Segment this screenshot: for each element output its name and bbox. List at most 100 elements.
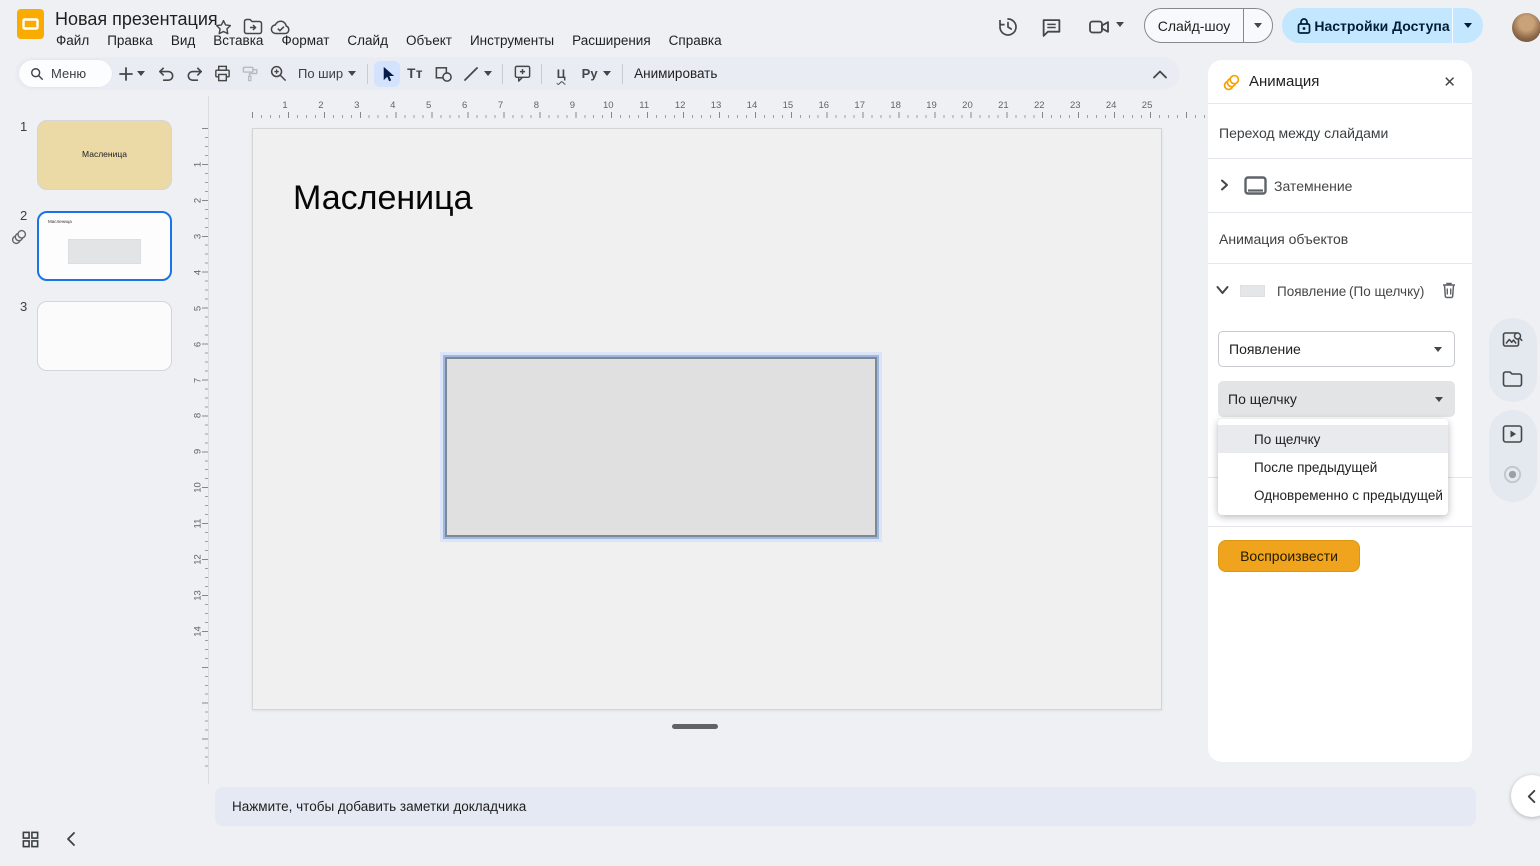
grid-view-icon[interactable] bbox=[21, 830, 40, 849]
menubar-item[interactable]: Вид bbox=[162, 31, 204, 50]
menubar-item[interactable]: Справка bbox=[660, 31, 731, 50]
menubar-item[interactable]: Инструменты bbox=[461, 31, 563, 50]
slide-2-thumbnail-selected[interactable]: Масленица bbox=[37, 211, 172, 281]
trigger-option[interactable]: По щелчку bbox=[1218, 425, 1448, 453]
vertical-ruler: 1234567891011121314 bbox=[192, 120, 210, 770]
trigger-option[interactable]: Одновременно с предыдущей bbox=[1218, 481, 1448, 509]
input-tools-button[interactable]: Ру bbox=[576, 61, 616, 87]
speaker-notes-placeholder: Нажмите, чтобы добавить заметки докладчи… bbox=[232, 799, 526, 814]
share-label: Настройки Доступа bbox=[1312, 18, 1452, 34]
zoom-button[interactable] bbox=[265, 61, 291, 87]
document-title[interactable]: Новая презентация bbox=[55, 9, 218, 30]
play-animations-button[interactable]: Воспроизвести bbox=[1218, 540, 1360, 572]
delete-animation-icon[interactable] bbox=[1441, 281, 1457, 299]
h-ruler-number: 16 bbox=[816, 100, 832, 111]
menubar: ФайлПравкаВидВставкаФорматСлайдОбъектИнс… bbox=[47, 31, 731, 50]
preview-play-icon[interactable] bbox=[1502, 424, 1523, 444]
redo-button[interactable] bbox=[181, 61, 207, 87]
notes-resize-handle[interactable] bbox=[672, 724, 718, 729]
collapse-filmstrip-icon[interactable] bbox=[64, 831, 80, 847]
insert-comment-button[interactable] bbox=[509, 61, 535, 87]
new-slide-button[interactable] bbox=[113, 61, 151, 87]
share-dropdown-caret[interactable] bbox=[1453, 23, 1483, 28]
menubar-item[interactable]: Формат bbox=[272, 31, 338, 50]
animation-item-name[interactable]: Появление bbox=[1277, 284, 1346, 299]
effect-type-select[interactable]: Появление bbox=[1218, 331, 1455, 367]
slideshow-dropdown-caret[interactable] bbox=[1244, 23, 1272, 28]
comments-icon[interactable] bbox=[1038, 14, 1064, 40]
shape-tool-button[interactable] bbox=[430, 61, 456, 87]
menubar-item[interactable]: Объект bbox=[397, 31, 461, 50]
select-tool-button[interactable] bbox=[374, 61, 400, 87]
v-ruler-number: 14 bbox=[193, 623, 204, 639]
animate-label: Анимировать bbox=[634, 66, 717, 81]
image-search-icon[interactable] bbox=[1502, 330, 1523, 350]
play-button-label: Воспроизвести bbox=[1240, 548, 1338, 564]
trigger-value: По щелчку bbox=[1228, 391, 1297, 407]
menu-search-button[interactable]: Меню bbox=[19, 60, 112, 87]
chevron-down-icon bbox=[1434, 347, 1442, 352]
print-button[interactable] bbox=[209, 61, 235, 87]
animation-panel: Анимация ✕ Переход между слайдами Затемн… bbox=[1208, 60, 1472, 762]
zoom-fit-select[interactable]: По шир bbox=[292, 66, 362, 81]
transition-name[interactable]: Затемнение bbox=[1274, 178, 1352, 194]
h-ruler-number: 4 bbox=[385, 100, 401, 111]
line-tool-button[interactable] bbox=[458, 61, 496, 87]
h-ruler-number: 14 bbox=[744, 100, 760, 111]
v-ruler-number: 4 bbox=[193, 264, 204, 280]
chevron-down-icon[interactable] bbox=[1216, 285, 1229, 295]
undo-button[interactable] bbox=[153, 61, 179, 87]
folder-icon[interactable] bbox=[1502, 370, 1523, 388]
slideshow-button[interactable]: Слайд-шоу bbox=[1144, 8, 1273, 43]
trigger-option[interactable]: После предыдущей bbox=[1218, 453, 1448, 481]
text-box-tool-button[interactable]: Tт bbox=[402, 61, 428, 87]
h-ruler-number: 15 bbox=[780, 100, 796, 111]
chevron-right-icon[interactable] bbox=[1218, 179, 1230, 191]
paint-format-button[interactable] bbox=[237, 61, 263, 87]
slide-animations-badge-icon bbox=[10, 228, 28, 246]
meet-camera-icon[interactable] bbox=[1086, 14, 1112, 40]
toolbar-separator bbox=[622, 64, 623, 84]
h-ruler-number: 13 bbox=[708, 100, 724, 111]
share-button[interactable]: Настройки Доступа bbox=[1282, 8, 1483, 43]
menubar-item[interactable]: Вставка bbox=[204, 31, 272, 50]
search-icon bbox=[30, 67, 44, 81]
v-ruler-number: 11 bbox=[193, 516, 204, 532]
account-avatar[interactable] bbox=[1512, 13, 1540, 42]
slide-3-thumbnail[interactable] bbox=[37, 301, 172, 371]
menubar-item[interactable]: Правка bbox=[98, 31, 162, 50]
slides-logo-icon[interactable] bbox=[16, 8, 45, 40]
menubar-item[interactable]: Слайд bbox=[338, 31, 397, 50]
collapse-toolbar-button[interactable] bbox=[1148, 63, 1172, 85]
menubar-item[interactable]: Расширения bbox=[563, 31, 660, 50]
transitions-section-header: Переход между слайдами bbox=[1219, 125, 1388, 141]
toolbar-separator bbox=[502, 64, 503, 84]
side-tools-group-top bbox=[1489, 318, 1537, 402]
close-icon[interactable]: ✕ bbox=[1443, 73, 1456, 91]
menubar-item[interactable]: Файл bbox=[47, 31, 98, 50]
h-ruler-number: 5 bbox=[421, 100, 437, 111]
version-history-icon[interactable] bbox=[995, 14, 1021, 40]
animation-panel-header: Анимация ✕ bbox=[1208, 60, 1472, 103]
animate-button[interactable]: Анимировать bbox=[628, 66, 723, 81]
animations-icon bbox=[1222, 73, 1241, 92]
v-ruler-number: 10 bbox=[193, 480, 204, 496]
v-ruler-number: 9 bbox=[193, 444, 204, 460]
menu-search-label: Меню bbox=[51, 66, 86, 81]
slide-1-thumbnail[interactable]: Масленица bbox=[37, 120, 172, 190]
trigger-select[interactable]: По щелчку bbox=[1218, 381, 1455, 417]
selected-rectangle-shape[interactable] bbox=[445, 357, 877, 537]
slide-title-text[interactable]: Масленица bbox=[293, 179, 473, 218]
animation-panel-title: Анимация bbox=[1249, 73, 1319, 90]
collapse-panel-fab[interactable] bbox=[1511, 775, 1540, 817]
h-ruler-number: 17 bbox=[852, 100, 868, 111]
speaker-notes-input[interactable]: Нажмите, чтобы добавить заметки докладчи… bbox=[215, 787, 1476, 826]
animation-item-trigger[interactable]: (По щелчку) bbox=[1349, 284, 1424, 299]
textbox-icon: Tт bbox=[407, 66, 423, 81]
slide-canvas[interactable]: Масленица bbox=[252, 128, 1162, 710]
camera-dropdown-caret[interactable] bbox=[1116, 22, 1124, 27]
record-icon[interactable] bbox=[1502, 464, 1523, 485]
spellcheck-button[interactable]: Ц bbox=[548, 61, 574, 87]
h-ruler-number: 6 bbox=[457, 100, 473, 111]
h-ruler-number: 24 bbox=[1103, 100, 1119, 111]
